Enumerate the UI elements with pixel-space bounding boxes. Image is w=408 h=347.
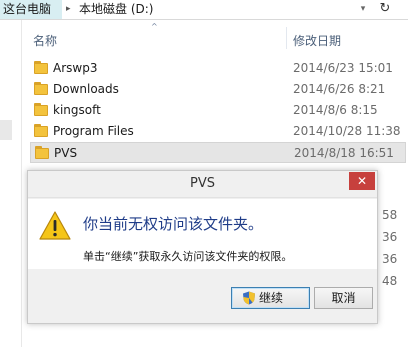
- dialog-body: 你当前无权访问该文件夹。 单击“继续”获取永久访问该文件夹的权限。: [28, 199, 377, 269]
- dialog-title-bar[interactable]: PVS ✕: [28, 171, 377, 198]
- file-row[interactable]: Arswp3 2014/6/23 15:01: [30, 58, 406, 79]
- dialog-heading: 你当前无权访问该文件夹。: [83, 215, 264, 233]
- breadcrumb-this-pc[interactable]: 这台电脑: [0, 0, 62, 19]
- nav-pane-item[interactable]: [0, 120, 12, 140]
- dialog-message: 单击“继续”获取永久访问该文件夹的权限。: [83, 250, 293, 263]
- warning-icon: [39, 211, 71, 240]
- file-row-selected[interactable]: PVS 2014/8/18 16:51: [30, 142, 406, 163]
- continue-button-label: 继续: [259, 291, 284, 305]
- file-name: PVS: [54, 146, 78, 160]
- close-icon[interactable]: ✕: [349, 172, 375, 190]
- file-date-partial: 36: [382, 252, 398, 266]
- file-row[interactable]: Program Files 2014/10/28 11:38: [30, 121, 406, 142]
- chevron-down-icon[interactable]: ▾: [356, 0, 370, 19]
- file-row[interactable]: kingsoft 2014/8/6 8:15: [30, 100, 406, 121]
- file-date: 2014/6/23 15:01: [293, 61, 393, 75]
- breadcrumb-drive[interactable]: 本地磁盘 (D:): [79, 0, 153, 19]
- column-header-modified[interactable]: 修改日期: [293, 32, 341, 49]
- folder-icon: [34, 103, 48, 117]
- folder-icon: [34, 82, 48, 96]
- continue-button[interactable]: 继续: [231, 287, 310, 309]
- file-name: kingsoft: [53, 103, 101, 117]
- file-date: 2014/6/26 8:21: [293, 82, 386, 96]
- column-divider[interactable]: [286, 27, 287, 49]
- navigation-pane[interactable]: [0, 20, 22, 347]
- file-name: Program Files: [53, 124, 134, 138]
- column-header-name[interactable]: 名称: [33, 32, 57, 49]
- dialog-footer: 继续 取消: [28, 269, 377, 323]
- file-name: Arswp3: [53, 61, 98, 75]
- file-date: 2014/10/28 11:38: [293, 124, 401, 138]
- file-date-partial: 48: [382, 274, 398, 288]
- file-date-partial: 36: [382, 230, 398, 244]
- uac-shield-icon: [243, 291, 255, 305]
- access-denied-dialog: PVS ✕ 你当前无权访问该文件夹。 单击“继续”获取永久访问该文件夹的权限。 …: [27, 170, 378, 324]
- breadcrumb-separator-icon[interactable]: ▸: [66, 0, 71, 19]
- folder-icon: [35, 146, 49, 160]
- file-row[interactable]: Downloads 2014/6/26 8:21: [30, 79, 406, 100]
- file-date: 2014/8/6 8:15: [293, 103, 378, 117]
- file-date-partial: 58: [382, 208, 398, 222]
- dialog-title: PVS: [190, 176, 215, 191]
- refresh-icon[interactable]: ↻: [376, 0, 394, 19]
- address-bar[interactable]: 这台电脑 ▸ 本地磁盘 (D:) ▾ ↻: [0, 0, 408, 20]
- file-name: Downloads: [53, 82, 119, 96]
- sort-ascending-icon: ^: [151, 22, 158, 31]
- folder-icon: [34, 61, 48, 75]
- file-date: 2014/8/18 16:51: [294, 146, 394, 160]
- folder-icon: [34, 124, 48, 138]
- cancel-button[interactable]: 取消: [314, 287, 373, 309]
